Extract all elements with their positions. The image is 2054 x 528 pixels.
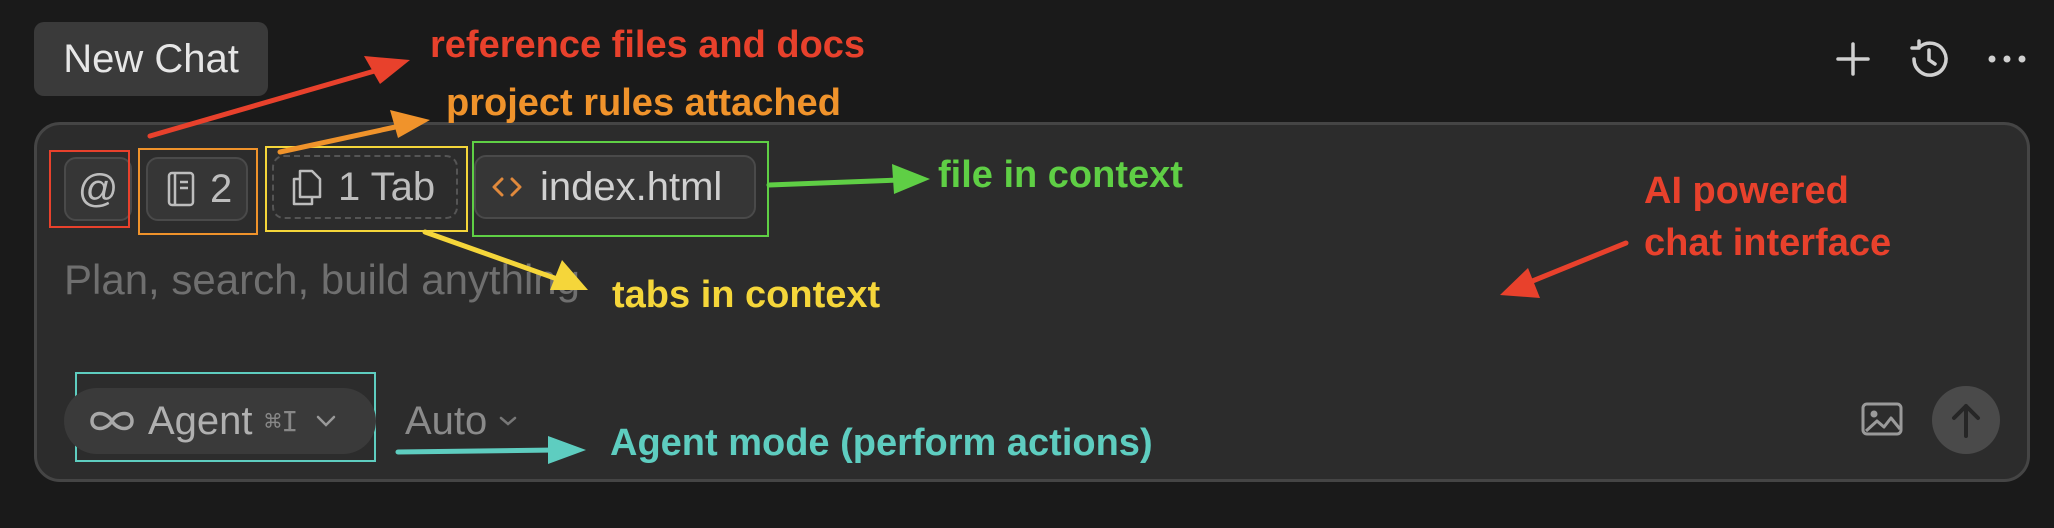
annotation-tabs: tabs in context <box>612 274 881 316</box>
send-button[interactable] <box>1932 386 2000 454</box>
annotation-ai-line1: AI powered <box>1644 170 1849 212</box>
annotation-agent: Agent mode (perform actions) <box>610 422 1153 464</box>
agent-mode-label: Agent <box>148 398 253 443</box>
file-highlight <box>472 141 769 237</box>
image-icon[interactable] <box>1860 401 1904 437</box>
arrow-reference <box>364 56 410 84</box>
annotation-file: file in context <box>938 154 1183 196</box>
annotation-rules: project rules attached <box>446 82 841 124</box>
history-icon[interactable] <box>1902 32 1956 86</box>
plus-icon[interactable] <box>1826 32 1880 86</box>
chevron-down-icon <box>314 413 338 429</box>
model-label: Auto <box>405 398 488 443</box>
annotation-ai-line2: chat interface <box>1644 222 1892 264</box>
ellipsis-icon[interactable] <box>1980 32 2034 86</box>
rules-highlight <box>138 148 258 235</box>
tabs-highlight <box>265 146 468 232</box>
mention-highlight <box>49 150 130 228</box>
agent-mode-dropdown[interactable]: Agent ⌘I <box>64 388 376 454</box>
annotation-reference: reference files and docs <box>430 24 866 66</box>
agent-shortcut: ⌘I <box>264 404 299 438</box>
chevron-down-icon <box>497 414 519 428</box>
infinity-icon <box>86 406 138 436</box>
arrow-up-icon <box>1948 400 1984 440</box>
new-chat-tab[interactable]: New Chat <box>34 22 268 96</box>
model-selector[interactable]: Auto <box>405 396 519 446</box>
